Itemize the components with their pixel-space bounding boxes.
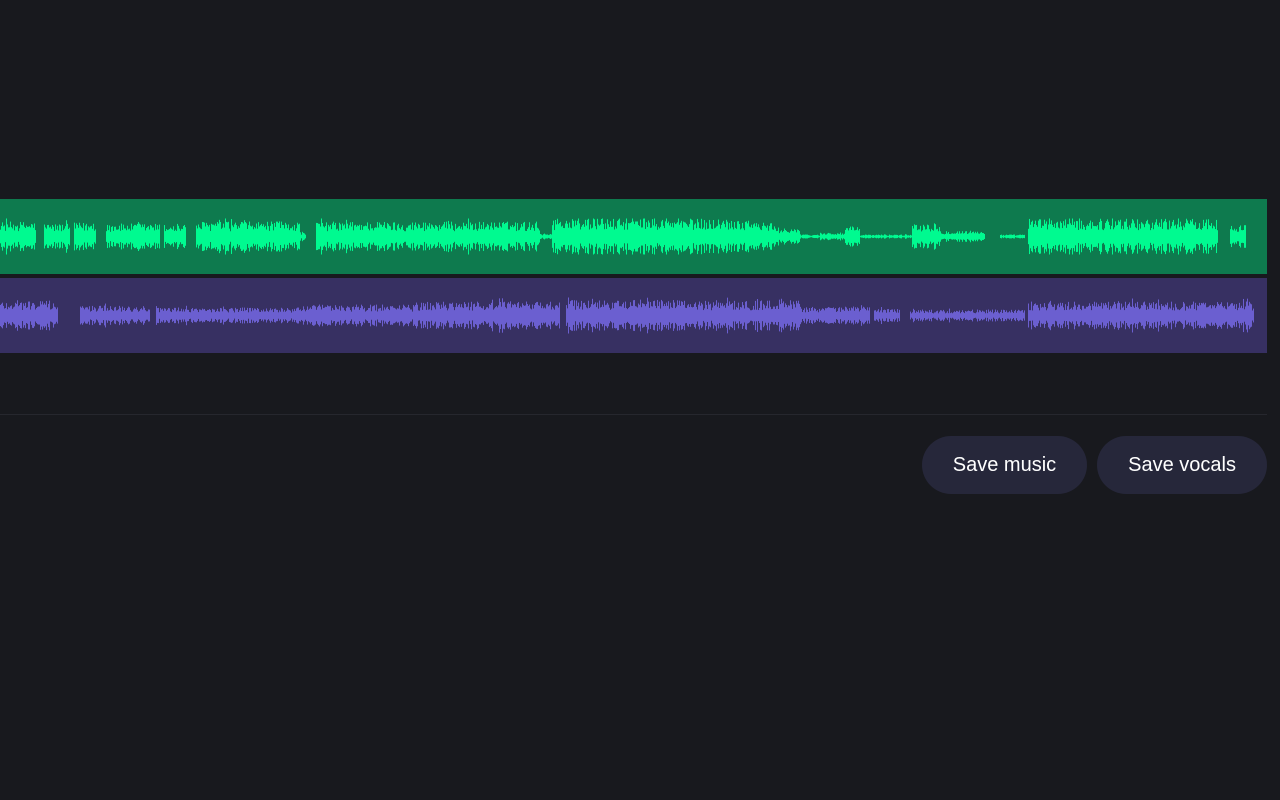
save-music-button[interactable]: Save music [921, 436, 1088, 494]
save-actions: Save music Save vocals [921, 436, 1267, 494]
section-divider [0, 414, 1267, 415]
save-vocals-button[interactable]: Save vocals [1097, 436, 1267, 494]
music-waveform-track[interactable] [0, 199, 1267, 274]
vocals-waveform-track[interactable] [0, 278, 1267, 353]
music-waveform [0, 218, 1246, 255]
waveform-tracks [0, 199, 1267, 353]
stem-separator-view: Save music Save vocals [0, 0, 1280, 800]
vocals-waveform [0, 297, 1254, 334]
